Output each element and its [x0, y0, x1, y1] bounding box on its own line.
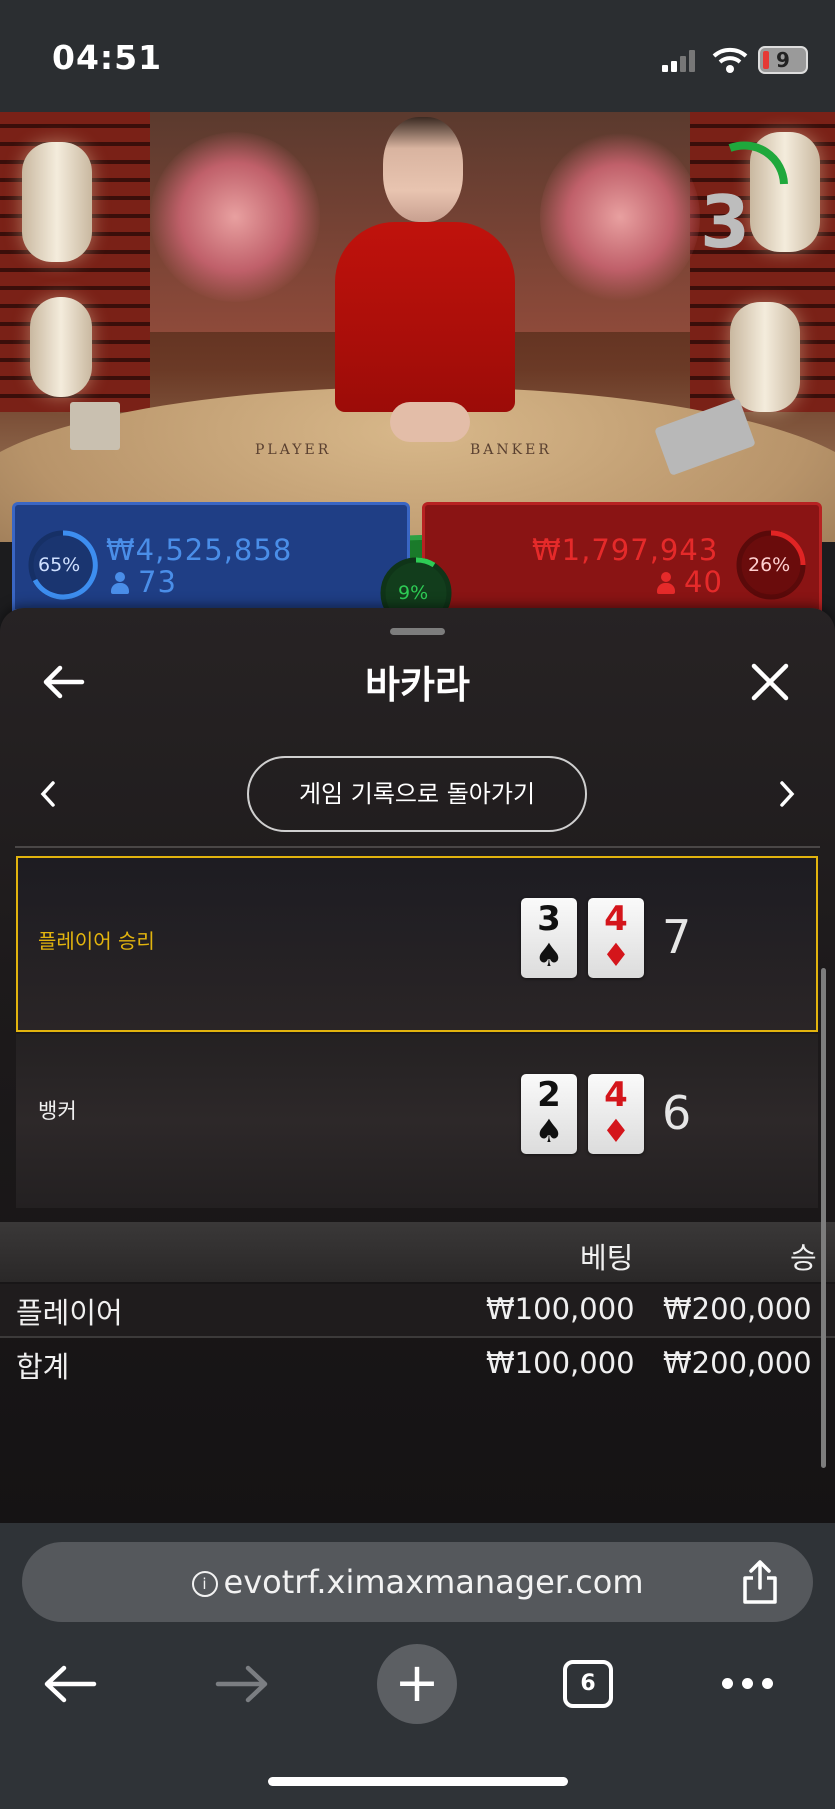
playing-card: 3 ♠ [521, 898, 577, 978]
column-header-bet: 베팅 [580, 1241, 634, 1275]
close-icon[interactable] [750, 662, 790, 702]
browser-forward-icon[interactable] [214, 1664, 270, 1704]
banker-count: 40 [684, 565, 723, 599]
banker-hand-panel [16, 1034, 818, 1208]
row-bet-name: 플레이어 [16, 1296, 123, 1330]
player-percent: 65% [38, 554, 81, 576]
share-icon[interactable] [740, 1558, 780, 1606]
total-win-amount: ₩200,000 [663, 1346, 812, 1380]
status-time: 04:51 [52, 38, 163, 77]
tabs-button[interactable]: 6 [563, 1660, 613, 1708]
wifi-icon [712, 47, 748, 73]
player-hand-total: 7 [662, 910, 692, 964]
divider [15, 846, 820, 848]
banker-result-label: 뱅커 [38, 1099, 77, 1123]
banker-count-icon [656, 572, 676, 594]
more-options-icon[interactable] [720, 1678, 776, 1690]
new-tab-plus-icon[interactable]: + [377, 1644, 457, 1724]
url-row: i evotrf.ximaxmanager.com [22, 1542, 813, 1622]
playing-card: 4 ♦ [588, 898, 644, 978]
banker-hand-total: 6 [662, 1086, 692, 1140]
total-row-label: 합계 [16, 1350, 70, 1384]
bets-table-header [0, 1222, 835, 1282]
tie-percent: 9% [398, 582, 429, 604]
countdown-number: 3 [700, 180, 751, 264]
row-divider [0, 1336, 835, 1338]
player-count-icon [110, 572, 130, 594]
player-total-amount: ₩4,525,858 [106, 533, 293, 567]
sheet-title: 바카라 [365, 663, 470, 707]
column-header-win: 승 [790, 1241, 817, 1275]
url-text: evotrf.ximaxmanager.com [223, 1563, 644, 1601]
total-bet-amount: ₩100,000 [486, 1346, 635, 1380]
scrollbar[interactable] [821, 968, 826, 1468]
player-result-label: 플레이어 승리 [38, 929, 155, 953]
card-stack [70, 402, 120, 450]
row-win-amount: ₩200,000 [663, 1292, 812, 1326]
row-bet-amount: ₩100,000 [486, 1292, 635, 1326]
cellular-signal-icon [662, 50, 700, 72]
next-round-icon[interactable] [777, 779, 797, 809]
player-count: 73 [138, 565, 177, 599]
sheet-drag-handle[interactable] [390, 628, 445, 635]
table-label-banker: BANKER [470, 442, 552, 458]
banker-percent: 26% [748, 554, 791, 576]
battery-icon: 9 [758, 46, 808, 74]
table-label-player: PLAYER [255, 442, 332, 458]
battery-level: 9 [776, 48, 790, 72]
playing-card: 2 ♠ [521, 1074, 577, 1154]
playing-card: 4 ♦ [588, 1074, 644, 1154]
lantern-icon [22, 142, 92, 262]
banker-total-amount: ₩1,797,943 [532, 533, 719, 567]
previous-round-icon[interactable] [38, 779, 58, 809]
browser-back-icon[interactable] [42, 1664, 98, 1704]
home-indicator[interactable] [268, 1777, 568, 1786]
info-icon[interactable]: i [191, 1571, 218, 1597]
dealer [335, 222, 515, 412]
address-bar[interactable]: i evotrf.ximaxmanager.com [22, 1542, 813, 1622]
back-to-history-button[interactable]: 게임 기록으로 돌아가기 [247, 756, 587, 832]
